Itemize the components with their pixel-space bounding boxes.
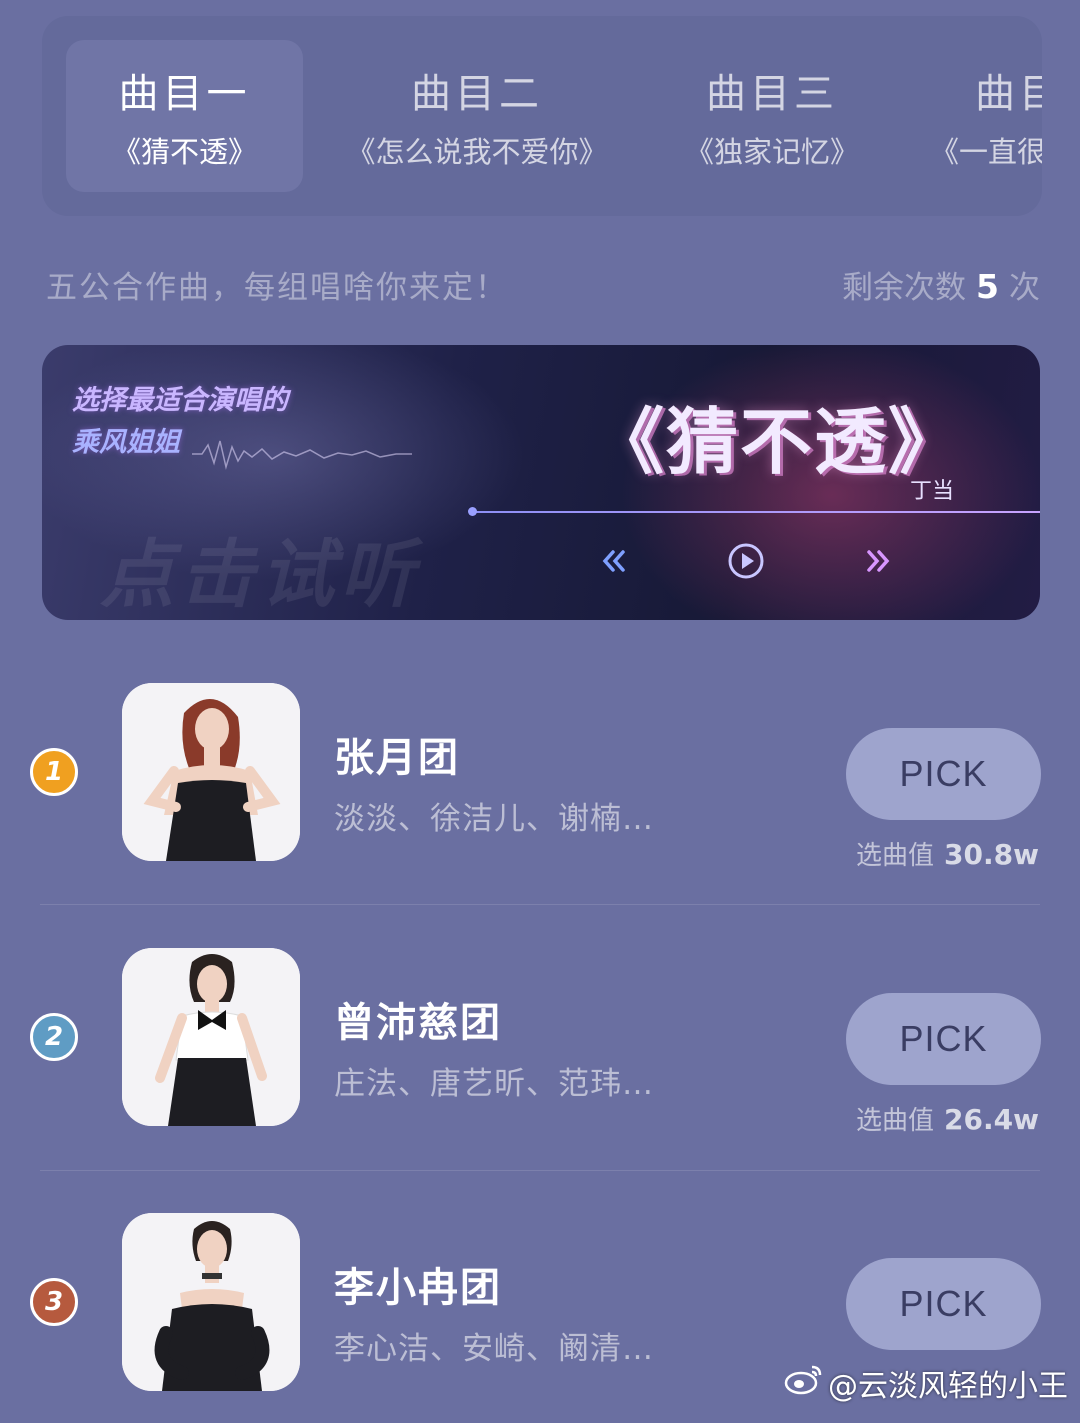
divider — [40, 904, 1040, 905]
tab-song-name: 《怎么说我不爱你》 — [346, 135, 608, 169]
group-members: 李心洁、安崎、阚清… — [334, 1331, 654, 1367]
song-preview-banner[interactable]: 点击试听 选择最适合演唱的 乘风姐姐 《猜不透》 丁当 — [42, 345, 1040, 620]
list-item: 2 曾沛慈团 庄法、唐艺昕、范玮… PICK 选曲值 26.4w — [0, 948, 1080, 1158]
pick-score: 选曲值 26.4w — [856, 1100, 1039, 1137]
group-name: 张月团 — [334, 735, 460, 781]
double-chevron-left-icon[interactable] — [592, 539, 636, 583]
weibo-logo-icon — [784, 1363, 824, 1403]
pick-score-label: 选曲值 — [856, 1106, 935, 1136]
play-circle-icon[interactable] — [724, 539, 768, 583]
remaining-unit: 次 — [1009, 270, 1040, 306]
rank-badge: 2 — [30, 1013, 78, 1061]
listen-hint[interactable]: 点击试听 — [100, 515, 420, 620]
pick-score-value: 30.8w — [944, 838, 1039, 871]
tab-song-name: 《猜不透》 — [111, 135, 257, 169]
divider — [40, 1170, 1040, 1171]
banner-artist: 丁当 — [910, 479, 955, 504]
pick-button[interactable]: PICK — [846, 728, 1041, 820]
remaining-votes: 剩余次数 5 次 — [842, 262, 1040, 307]
song-tab-strip: 曲目一 《猜不透》 曲目二 《怎么说我不爱你》 曲目三 《独家记忆》 曲目 《一… — [42, 16, 1042, 216]
vote-instructions: 五公合作曲，每组唱啥你来定！ — [46, 270, 508, 306]
pick-button[interactable]: PICK — [846, 993, 1041, 1085]
tab-title: 曲目一 — [118, 71, 251, 117]
progress-handle[interactable] — [468, 507, 477, 516]
avatar — [122, 1213, 300, 1391]
watermark-text: @云淡风轻的小王 — [828, 1369, 1068, 1404]
tab-title: 曲目三 — [706, 71, 838, 117]
tab-song-3[interactable]: 曲目三 《独家记忆》 — [672, 40, 872, 192]
remaining-label: 剩余次数 — [842, 270, 967, 306]
tab-title: 曲目二 — [411, 71, 543, 117]
avatar — [122, 948, 300, 1126]
tab-song-name: 《一直很 — [930, 135, 1042, 169]
tab-song-name: 《独家记忆》 — [684, 135, 859, 169]
remaining-count: 5 — [976, 267, 999, 306]
group-name: 曾沛慈团 — [334, 1000, 502, 1046]
tab-title: 曲目 — [975, 71, 1042, 117]
group-members: 淡淡、徐洁儿、谢楠… — [334, 801, 654, 837]
tab-song-1[interactable]: 曲目一 《猜不透》 — [66, 40, 303, 192]
watermark: @云淡风轻的小王 — [784, 1361, 1068, 1405]
list-item: 1 张月团 淡淡、徐洁儿、谢楠… PICK 选曲值 30.8w — [0, 683, 1080, 893]
tab-song-4[interactable]: 曲目 《一直很 — [930, 40, 1042, 192]
pick-score: 选曲值 30.8w — [856, 835, 1039, 872]
pick-score-value: 26.4w — [944, 1103, 1039, 1136]
rank-badge: 1 — [30, 748, 78, 796]
pick-button[interactable]: PICK — [846, 1258, 1041, 1350]
waveform-graphic — [192, 440, 412, 470]
progress-track[interactable] — [472, 511, 1040, 513]
group-members: 庄法、唐艺昕、范玮… — [334, 1066, 654, 1102]
group-name: 李小冉团 — [334, 1265, 502, 1311]
double-chevron-right-icon[interactable] — [856, 539, 900, 583]
avatar — [122, 683, 300, 861]
banner-tagline-line1: 选择最适合演唱的 — [72, 385, 288, 416]
rank-badge: 3 — [30, 1278, 78, 1326]
tab-song-2[interactable]: 曲目二 《怎么说我不爱你》 — [332, 40, 622, 192]
pick-score-label: 选曲值 — [856, 841, 935, 871]
